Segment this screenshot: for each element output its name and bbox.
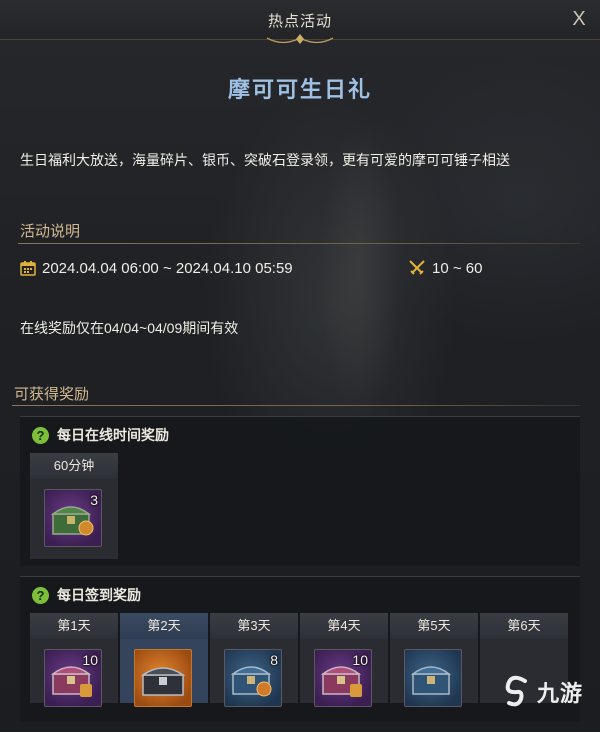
checkin-reward-label: 每日签到奖励 [57, 587, 141, 603]
event-title: 摩可可生日礼 [227, 77, 372, 102]
silver-chest-icon [140, 667, 186, 696]
help-icon[interactable]: ? [32, 586, 49, 604]
online-reward-panel: ? 每日在线时间奖励 60分钟 3 [20, 416, 580, 566]
reward-item[interactable] [404, 649, 462, 707]
online-tier-time: 60分钟 [30, 453, 118, 479]
details-section-title: 活动说明 [20, 223, 81, 240]
online-reward-note: 在线奖励仅在04/04~04/09期间有效 [20, 320, 239, 336]
close-button[interactable]: X [568, 8, 590, 30]
level-range: 10 ~ 60 [408, 258, 482, 278]
item-count: 10 [82, 652, 98, 668]
online-reward-label: 每日在线时间奖励 [57, 427, 169, 443]
rewards-section-title: 可获得奖励 [14, 386, 90, 403]
reward-item[interactable]: 10 [314, 649, 372, 707]
reward-item[interactable]: 10 [44, 649, 102, 707]
checkin-day-4[interactable]: 第4天 10 [300, 613, 388, 707]
reward-item[interactable]: 8 [224, 649, 282, 707]
title-ornament [266, 34, 334, 44]
day-label: 第3天 [210, 613, 298, 639]
window-title: 热点活动 [267, 13, 332, 30]
checkin-day-5[interactable]: 第5天 [390, 613, 478, 707]
nine-game-logo-icon [505, 675, 527, 707]
item-count: 10 [352, 652, 368, 668]
day-label: 第4天 [300, 613, 388, 639]
details-divider [18, 243, 580, 244]
checkin-day-2[interactable]: 第2天 [120, 613, 208, 707]
day-label: 第1天 [30, 613, 118, 639]
online-reward-header: ? 每日在线时间奖励 [20, 417, 580, 453]
reward-item[interactable]: 3 [44, 489, 102, 547]
watermark-text: 九游 [537, 681, 584, 706]
checkin-reward-panel: ? 每日签到奖励 第1天 10 第2天 第3天 8 第4天 10 第5天 第6天 [20, 576, 580, 722]
item-count: 3 [90, 492, 98, 508]
day-label: 第5天 [390, 613, 478, 639]
day-label: 第2天 [120, 613, 208, 639]
calendar-icon [20, 261, 36, 276]
event-description: 生日福利大放送，海量碎片、银币、突破石登录领，更有可爱的摩可可锤子相送 [20, 152, 510, 168]
reward-item[interactable] [134, 649, 192, 707]
checkin-reward-header: ? 每日签到奖励 [20, 577, 580, 613]
watermark: 九游 [503, 672, 583, 712]
day-label: 第6天 [480, 613, 568, 639]
blue-chest-icon [410, 666, 452, 695]
checkin-day-3[interactable]: 第3天 8 [210, 613, 298, 707]
crossed-swords-icon [409, 260, 425, 275]
rewards-divider [12, 405, 580, 406]
help-icon[interactable]: ? [32, 426, 49, 444]
item-count: 8 [270, 652, 278, 668]
checkin-day-1[interactable]: 第1天 10 [30, 613, 118, 707]
event-period-text: 2024.04.04 06:00 ~ 2024.04.10 05:59 [42, 259, 293, 277]
event-period: 2024.04.04 06:00 ~ 2024.04.10 05:59 [20, 258, 293, 278]
online-reward-tier[interactable]: 60分钟 3 [30, 453, 118, 559]
level-range-text: 10 ~ 60 [432, 259, 483, 277]
